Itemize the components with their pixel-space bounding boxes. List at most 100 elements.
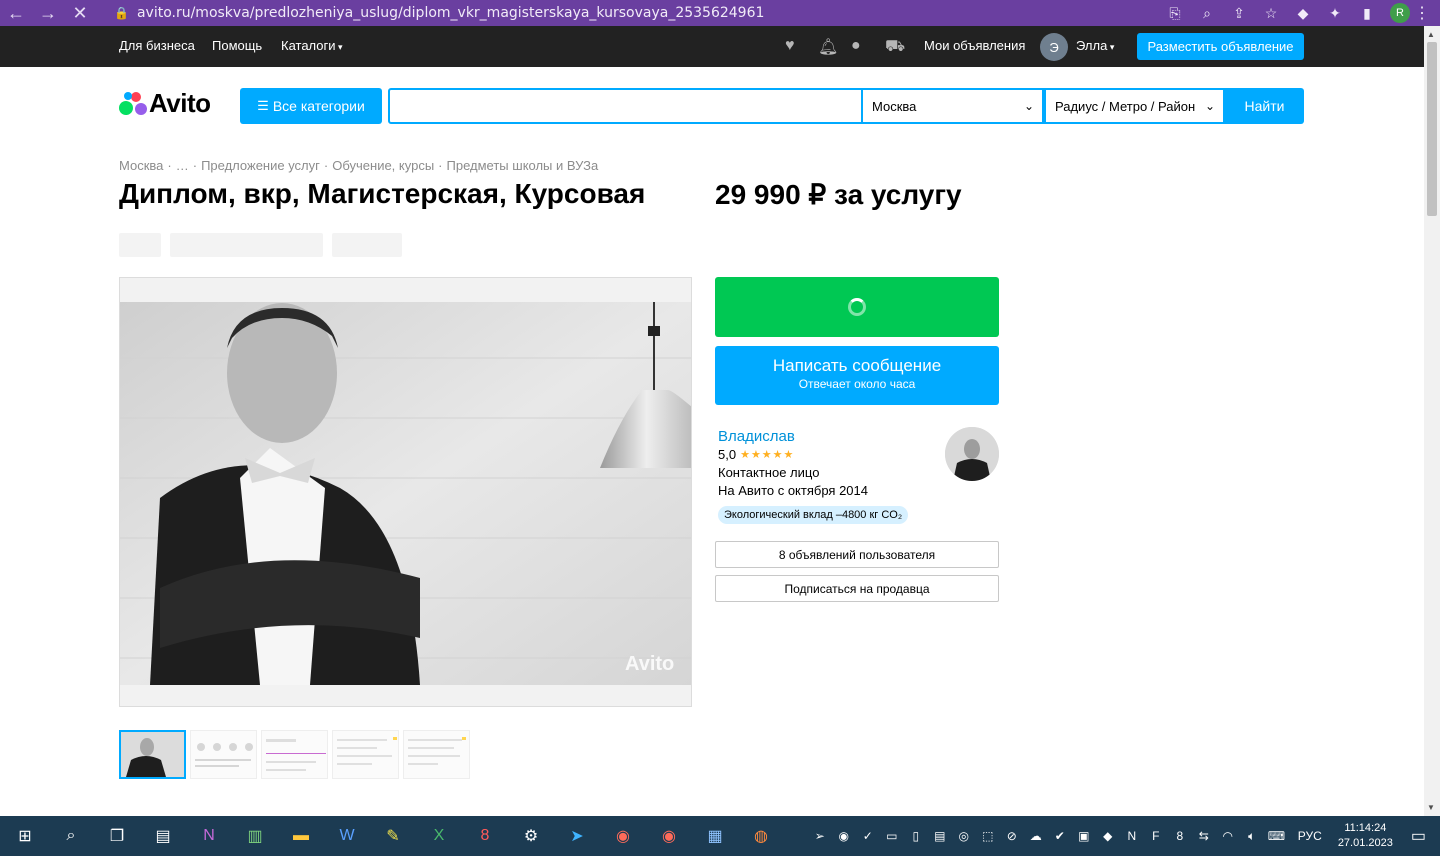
all-categories-button[interactable]: ☰ Все категории bbox=[240, 88, 382, 124]
help-link[interactable]: Помощь bbox=[212, 38, 262, 53]
thumbnail[interactable] bbox=[190, 730, 257, 779]
seller-name-link[interactable]: Владислав bbox=[718, 428, 795, 445]
avito-logo[interactable]: Avito bbox=[119, 88, 211, 118]
thumbnail-image bbox=[333, 731, 398, 778]
tray-chrome-icon[interactable]: ◉ bbox=[836, 829, 852, 843]
breadcrumb-item[interactable]: Предложение услуг bbox=[201, 158, 320, 173]
search-input[interactable] bbox=[388, 88, 863, 124]
sidebar-icon[interactable]: ▮ bbox=[1358, 5, 1376, 22]
seller-rating[interactable]: 5,0 ★★★★★ bbox=[718, 447, 794, 462]
system-clock[interactable]: 11:14:24 27.01.2023 bbox=[1338, 821, 1393, 851]
tray-onenote-icon[interactable]: N bbox=[1124, 829, 1140, 843]
loading-spinner-icon bbox=[848, 298, 866, 316]
sticky-notes-app-icon[interactable]: ✎ bbox=[378, 821, 408, 851]
breadcrumb-item[interactable]: Предметы школы и ВУЗа bbox=[447, 158, 599, 173]
find-button[interactable]: Найти bbox=[1225, 88, 1304, 124]
seller-avatar[interactable] bbox=[945, 427, 999, 481]
calculator-app-icon[interactable]: ▦ bbox=[700, 821, 730, 851]
tray-browser-icon[interactable]: 8 bbox=[1172, 829, 1188, 843]
photo-image: Avito bbox=[120, 278, 691, 706]
thumbnail[interactable] bbox=[403, 730, 470, 779]
user-avatar[interactable]: Э bbox=[1040, 33, 1068, 61]
scroll-down-icon[interactable]: ▼ bbox=[1427, 803, 1435, 812]
tray-snip-icon[interactable]: ⬚ bbox=[980, 829, 996, 843]
tray-fx-icon[interactable]: F bbox=[1148, 829, 1164, 843]
start-windows-icon[interactable]: ⊞ bbox=[10, 821, 40, 851]
thumbnail-image bbox=[191, 731, 256, 778]
tray-record-icon[interactable]: ◎ bbox=[956, 829, 972, 843]
tray-cloud-icon[interactable]: ☁ bbox=[1028, 829, 1044, 843]
excel-app-icon[interactable]: X bbox=[424, 821, 454, 851]
tray-network-tool-icon[interactable]: ◆ bbox=[1100, 829, 1116, 843]
eco-contribution-badge[interactable]: Экологический вклад –4800 кг CO₂ bbox=[718, 506, 909, 524]
onenote-app-icon[interactable]: N bbox=[194, 821, 224, 851]
all-categories-label: Все категории bbox=[272, 98, 365, 114]
volume-icon[interactable]: 🔈︎ bbox=[1244, 829, 1260, 844]
breadcrumb-item[interactable]: … bbox=[176, 158, 189, 173]
language-indicator[interactable]: РУС bbox=[1298, 829, 1322, 843]
my-ads-link[interactable]: Мои объявления bbox=[924, 38, 1025, 53]
bookmark-star-icon[interactable]: ☆ bbox=[1262, 5, 1280, 22]
tray-monitor-icon[interactable]: ▭ bbox=[884, 829, 900, 843]
tools-app-icon[interactable]: ⚙ bbox=[516, 821, 546, 851]
for-business-link[interactable]: Для бизнеса bbox=[119, 38, 195, 53]
cart-icon[interactable]: ⛟ bbox=[885, 37, 905, 57]
zoom-icon[interactable]: ⌕ bbox=[1198, 5, 1216, 22]
user-menu[interactable]: Элла ▾ bbox=[1076, 38, 1114, 53]
radius-select[interactable]: Радиус / Метро / Район ⌄ bbox=[1044, 88, 1225, 124]
word-app-icon[interactable]: W bbox=[332, 821, 362, 851]
photo-watermark: Avito bbox=[625, 653, 674, 675]
tray-notes-icon[interactable]: ▤ bbox=[932, 829, 948, 843]
write-message-button[interactable]: Написать сообщение Отвечает около часа bbox=[715, 346, 999, 405]
telegram-app-icon[interactable]: ➤ bbox=[562, 821, 592, 851]
notifications-icon[interactable]: ▭ bbox=[1411, 826, 1426, 846]
breadcrumb-item[interactable]: Обучение, курсы bbox=[332, 158, 434, 173]
rating-stars-icon: ★★★★★ bbox=[740, 449, 795, 461]
catalogs-link[interactable]: Каталоги ▾ bbox=[281, 38, 343, 53]
chart-app-icon[interactable]: ▥ bbox=[240, 821, 270, 851]
show-phone-button[interactable] bbox=[715, 277, 999, 337]
thumbnail[interactable] bbox=[332, 730, 399, 779]
share-icon[interactable]: ⇪ bbox=[1230, 5, 1248, 22]
search-icon[interactable]: ⌕ bbox=[56, 821, 86, 851]
logo-text: Avito bbox=[149, 87, 211, 118]
profile-avatar[interactable]: R bbox=[1390, 3, 1410, 23]
favorites-heart-icon[interactable]: ♥ bbox=[785, 37, 795, 55]
files-app-icon[interactable]: ▤ bbox=[148, 821, 178, 851]
chrome-profile-app-icon[interactable]: ◉ bbox=[654, 821, 684, 851]
tray-devices-icon[interactable]: ⇆ bbox=[1196, 829, 1212, 843]
task-view-icon[interactable]: ❐ bbox=[102, 821, 132, 851]
stop-loading-icon[interactable]: ✕ bbox=[64, 0, 96, 26]
tray-file-icon[interactable]: ▯ bbox=[908, 829, 924, 843]
forward-icon[interactable]: → bbox=[32, 0, 64, 26]
thumbnail[interactable] bbox=[261, 730, 328, 779]
other-ads-button[interactable]: 8 объявлений пользователя bbox=[715, 541, 999, 568]
scrollbar-thumb[interactable] bbox=[1427, 42, 1437, 216]
translate-icon[interactable]: ⎘ bbox=[1166, 5, 1184, 22]
tray-shield-icon[interactable]: ✓ bbox=[860, 829, 876, 843]
messages-chat-icon[interactable]: ● bbox=[851, 37, 861, 55]
back-icon[interactable]: ← bbox=[0, 0, 32, 26]
tray-send-icon[interactable]: ➢ bbox=[812, 829, 828, 843]
tray-window-icon[interactable]: ▣ bbox=[1076, 829, 1092, 843]
breadcrumb-item[interactable]: Москва bbox=[119, 158, 163, 173]
tray-vpn-icon[interactable]: ⊘ bbox=[1004, 829, 1020, 843]
keyboard-icon[interactable]: ⌨ bbox=[1268, 829, 1285, 843]
folder-app-icon[interactable]: ▬ bbox=[286, 821, 316, 851]
main-photo[interactable]: Avito bbox=[119, 277, 692, 707]
firefox-app-icon[interactable]: ◍ bbox=[746, 821, 776, 851]
tray-check-icon[interactable]: ✔ bbox=[1052, 829, 1068, 843]
scroll-up-icon[interactable]: ▲ bbox=[1427, 30, 1435, 39]
chrome-app-icon[interactable]: ◉ bbox=[608, 821, 638, 851]
notifications-bell-icon[interactable]: 🔔︎ bbox=[818, 37, 838, 57]
url-text[interactable]: avito.ru/moskva/predlozheniya_uslug/dipl… bbox=[137, 5, 764, 21]
post-ad-button[interactable]: Разместить объявление bbox=[1137, 33, 1304, 60]
city-select[interactable]: Москва ⌄ bbox=[863, 88, 1044, 124]
wifi-icon[interactable]: ◠ bbox=[1220, 829, 1236, 843]
extensions-puzzle-icon[interactable]: ✦ bbox=[1326, 5, 1344, 22]
subscribe-seller-button[interactable]: Подписаться на продавца bbox=[715, 575, 999, 602]
extension-fox-icon[interactable]: ◆ bbox=[1294, 5, 1312, 22]
thumbnail[interactable] bbox=[119, 730, 186, 779]
browser-app-icon[interactable]: 8 bbox=[470, 821, 500, 851]
browser-menu-icon[interactable]: ⋮ bbox=[1414, 3, 1430, 23]
